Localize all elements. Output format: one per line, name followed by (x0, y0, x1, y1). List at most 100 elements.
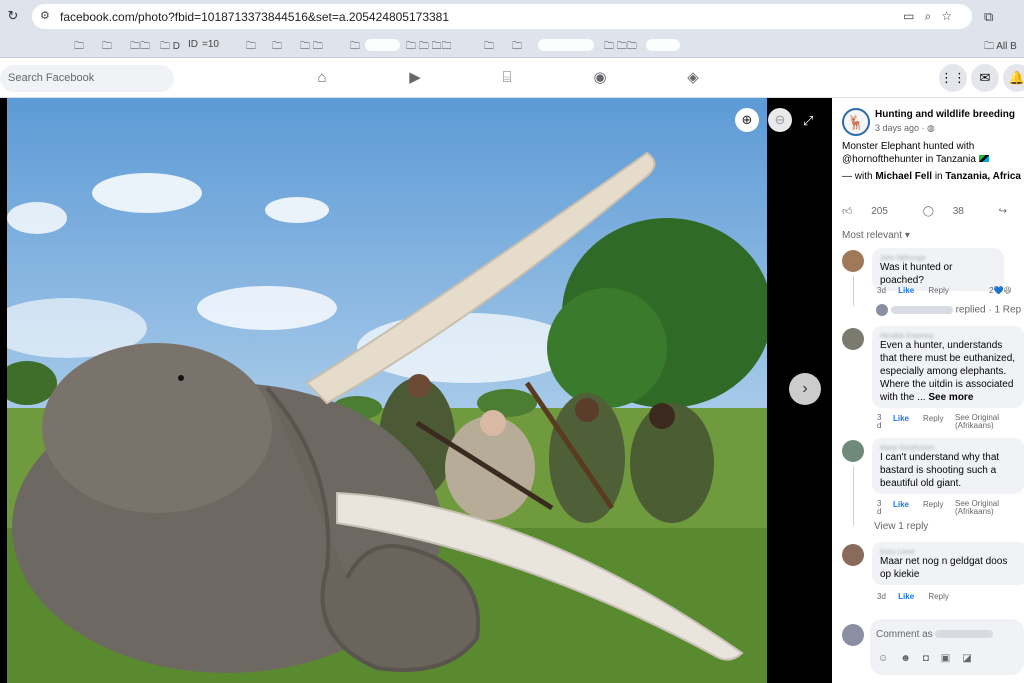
comment-bubble: Koos Louw Maar net nog n geldgat doos op… (872, 542, 1024, 585)
reaction-icons: 💙😆 (993, 286, 1012, 295)
tagged-location[interactable]: Tanzania, Africa (945, 171, 1021, 182)
post-photo[interactable] (7, 98, 767, 683)
post-sidebar: 🦌 Hunting and wildlife breeding 3 days a… (832, 98, 1024, 683)
bookmark-item[interactable]: =10 (202, 39, 219, 50)
page-avatar[interactable]: 🦌 (842, 108, 870, 136)
see-original-link[interactable]: See Original (Afrikaans) (955, 414, 1015, 430)
like-button[interactable]: Like (893, 414, 909, 423)
reply-summary[interactable]: replied · 1 Rep (876, 304, 1021, 316)
zoom-icon[interactable]: ⌕ (925, 9, 942, 23)
sticker-icon[interactable]: ◪ (962, 653, 983, 664)
reaction-count[interactable]: 2💙😆 (989, 286, 1012, 295)
avatar[interactable] (842, 544, 864, 566)
video-icon[interactable]: ▶ (406, 69, 424, 87)
comment-bubble: John Nkhunga Was it hunted or poached? (872, 248, 1004, 291)
notifications-icon[interactable]: 🔔 (1003, 64, 1024, 92)
facebook-top-nav: Search Facebook ⌂ ▶ ⌸ ◉ ◈ ⋮⋮ ✉ 🔔 (0, 59, 1024, 98)
bookmark-folder-icon[interactable]: 🗀 (272, 39, 282, 56)
address-bar[interactable]: ⚙ facebook.com/photo?fbid=10187133738445… (32, 4, 972, 29)
reply-button[interactable]: Reply (923, 500, 943, 509)
like-button[interactable]: Like (898, 592, 914, 601)
commenter-name[interactable]: Marie Oosthuizen (880, 442, 1016, 452)
commenter-name[interactable]: Koos Louw (880, 546, 1020, 556)
photo-viewer: ⊕ ⊖ (0, 98, 832, 683)
reply-button[interactable]: Reply (928, 286, 948, 295)
avatar[interactable] (842, 440, 864, 462)
share-count[interactable]: ↪ 5 (999, 206, 1024, 217)
comment-actions: 3d Like Reply 2💙😆 (877, 286, 1012, 295)
blurred-name (935, 630, 994, 639)
like-count[interactable]: 👍︎ 205 (842, 206, 904, 217)
menu-grid-icon[interactable]: ⋮⋮ (939, 64, 967, 92)
bookmark-item[interactable]: 🗀 D (160, 39, 180, 56)
bookmarks-bar: 🗀 🗀 🗀🗀 🗀 D ID =10 🗀 🗀 🗀 🗀 🗀 🗀 🗀 🗀🗀 🗀 🗀 🗀… (0, 33, 1024, 58)
site-info-icon[interactable]: ⚙ (40, 9, 50, 22)
commenter-name[interactable]: Hendrik Erasmus (880, 330, 1016, 340)
bookmark-folder-icon[interactable]: 🗀 (74, 39, 84, 56)
messenger-icon[interactable]: ✉ (971, 64, 999, 92)
bookmark-folder-icon[interactable]: 🗀 (246, 39, 256, 56)
post-stats: 👍︎ 205 ◯ 38 ↪ 5 (842, 205, 1024, 217)
zoom-in-icon[interactable]: ⊕ (735, 108, 759, 132)
blurred-bookmark (365, 39, 400, 51)
install-icon[interactable]: ▭ (903, 9, 924, 23)
bookmark-folder-icon[interactable]: 🗀 (350, 39, 360, 56)
reply-button[interactable]: Reply (923, 414, 943, 423)
comment-bubble: Marie Oosthuizen I can't understand why … (872, 438, 1024, 494)
browser-toolbar: ↻ ⚙ facebook.com/photo?fbid=101871337384… (0, 0, 1024, 33)
address-actions: ▭⌕☆ (903, 9, 962, 24)
thread-line (853, 466, 854, 526)
comment-placeholder: Comment as (876, 629, 994, 640)
camera-icon[interactable]: ◘ (923, 653, 941, 664)
comment-actions: 3d Like Reply (877, 592, 949, 601)
tagged-person[interactable]: Michael Fell (875, 171, 932, 182)
groups-icon[interactable]: ◉ (591, 69, 609, 87)
reply-button[interactable]: Reply (928, 592, 948, 601)
reload-icon[interactable]: ↻ (6, 9, 20, 23)
elephant-photo (7, 98, 767, 683)
all-bookmarks[interactable]: 🗀 All B (984, 39, 1017, 56)
avatar[interactable] (842, 328, 864, 350)
blurred-bookmark (538, 39, 594, 51)
fullscreen-icon[interactable]: ⤢ (803, 113, 813, 129)
marketplace-icon[interactable]: ⌸ (498, 69, 516, 87)
comment-input[interactable]: Comment as ☺☻◘▣◪ (870, 619, 1024, 675)
like-icon: 👍︎ (842, 206, 853, 217)
tanzania-flag-icon (978, 155, 989, 162)
post-timestamp[interactable]: 3 days ago · ◍ (875, 123, 935, 134)
bookmark-folder-icon[interactable]: 🗀 🗀 🗀🗀 (406, 39, 452, 56)
see-more-link[interactable]: See more (928, 392, 973, 403)
my-avatar[interactable] (842, 624, 864, 646)
url-text[interactable]: facebook.com/photo?fbid=1018713373844516… (60, 10, 449, 24)
bookmark-item[interactable]: ID (188, 39, 198, 50)
avatar-sticker-icon[interactable]: ☺ (878, 653, 900, 664)
avatar (876, 304, 888, 316)
bookmark-folder-icon[interactable]: 🗀 (102, 39, 112, 56)
home-icon[interactable]: ⌂ (313, 69, 331, 87)
bookmark-folder-icon[interactable]: 🗀 🗀 (300, 39, 323, 56)
tagged-line: — with Michael Fell in Tanzania, Africa (842, 171, 1021, 182)
search-placeholder: Search Facebook (8, 72, 95, 84)
view-replies-link[interactable]: View 1 reply (874, 521, 928, 532)
like-button[interactable]: Like (898, 286, 914, 295)
gif-icon[interactable]: ▣ (941, 653, 962, 664)
bookmark-folder-icon[interactable]: 🗀🗀 (130, 39, 150, 56)
gaming-icon[interactable]: ◈ (684, 69, 702, 87)
bookmark-folder-icon[interactable]: 🗀 🗀🗀 (604, 39, 637, 56)
zoom-out-icon[interactable]: ⊖ (768, 108, 792, 132)
comment-sort[interactable]: Most relevant ▾ (842, 230, 910, 241)
next-photo-button[interactable]: › (789, 373, 821, 405)
commenter-name[interactable]: John Nkhunga (880, 252, 996, 262)
bookmark-folder-icon[interactable]: 🗀 (512, 39, 522, 56)
like-button[interactable]: Like (893, 500, 909, 509)
emoji-icon[interactable]: ☻ (900, 653, 923, 664)
star-icon[interactable]: ☆ (941, 9, 962, 23)
search-input[interactable]: Search Facebook (0, 65, 174, 92)
bookmark-folder-icon[interactable]: 🗀 (484, 39, 494, 56)
avatar[interactable] (842, 250, 864, 272)
see-original-link[interactable]: See Original (Afrikaans) (955, 500, 1015, 516)
page-name[interactable]: Hunting and wildlife breeding (875, 109, 1015, 120)
comment-bubble: Hendrik Erasmus Even a hunter, understan… (872, 326, 1024, 408)
comment-count[interactable]: ◯ 38 (923, 206, 980, 217)
extensions-icon[interactable]: ⧉ (984, 9, 993, 25)
